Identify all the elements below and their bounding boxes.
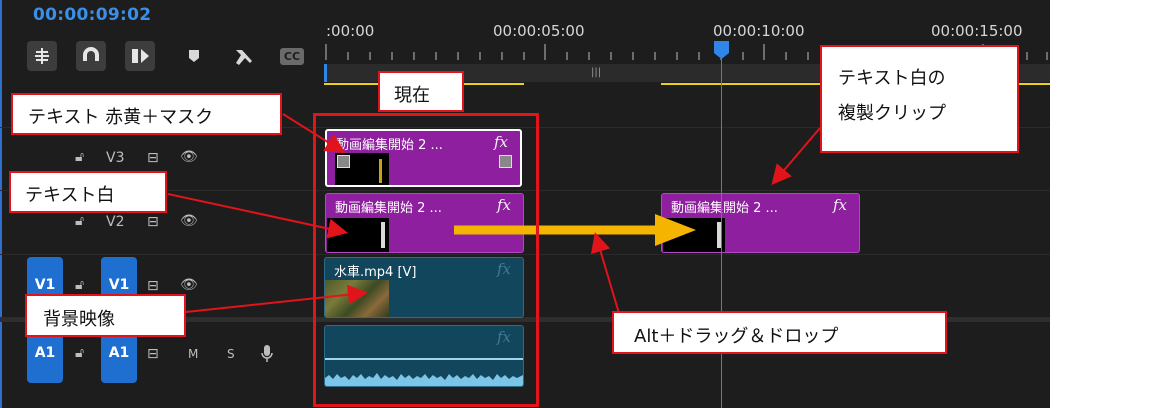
callout-duplicate-line2: 複製クリップ bbox=[838, 103, 946, 124]
callout-duplicate-line1: テキスト白の bbox=[838, 68, 946, 89]
callout-current: 現在 bbox=[378, 71, 464, 112]
callout-text-red-yellow-mask: テキスト 赤黄＋マスク bbox=[11, 93, 282, 135]
callout-duplicate-clip: テキスト白の 複製クリップ bbox=[820, 45, 1019, 153]
callout-alt-drag: Alt＋ドラッグ＆ドロップ bbox=[612, 311, 947, 354]
callout-text-white: テキスト白 bbox=[9, 171, 167, 213]
callout-background-video: 背景映像 bbox=[25, 294, 186, 337]
